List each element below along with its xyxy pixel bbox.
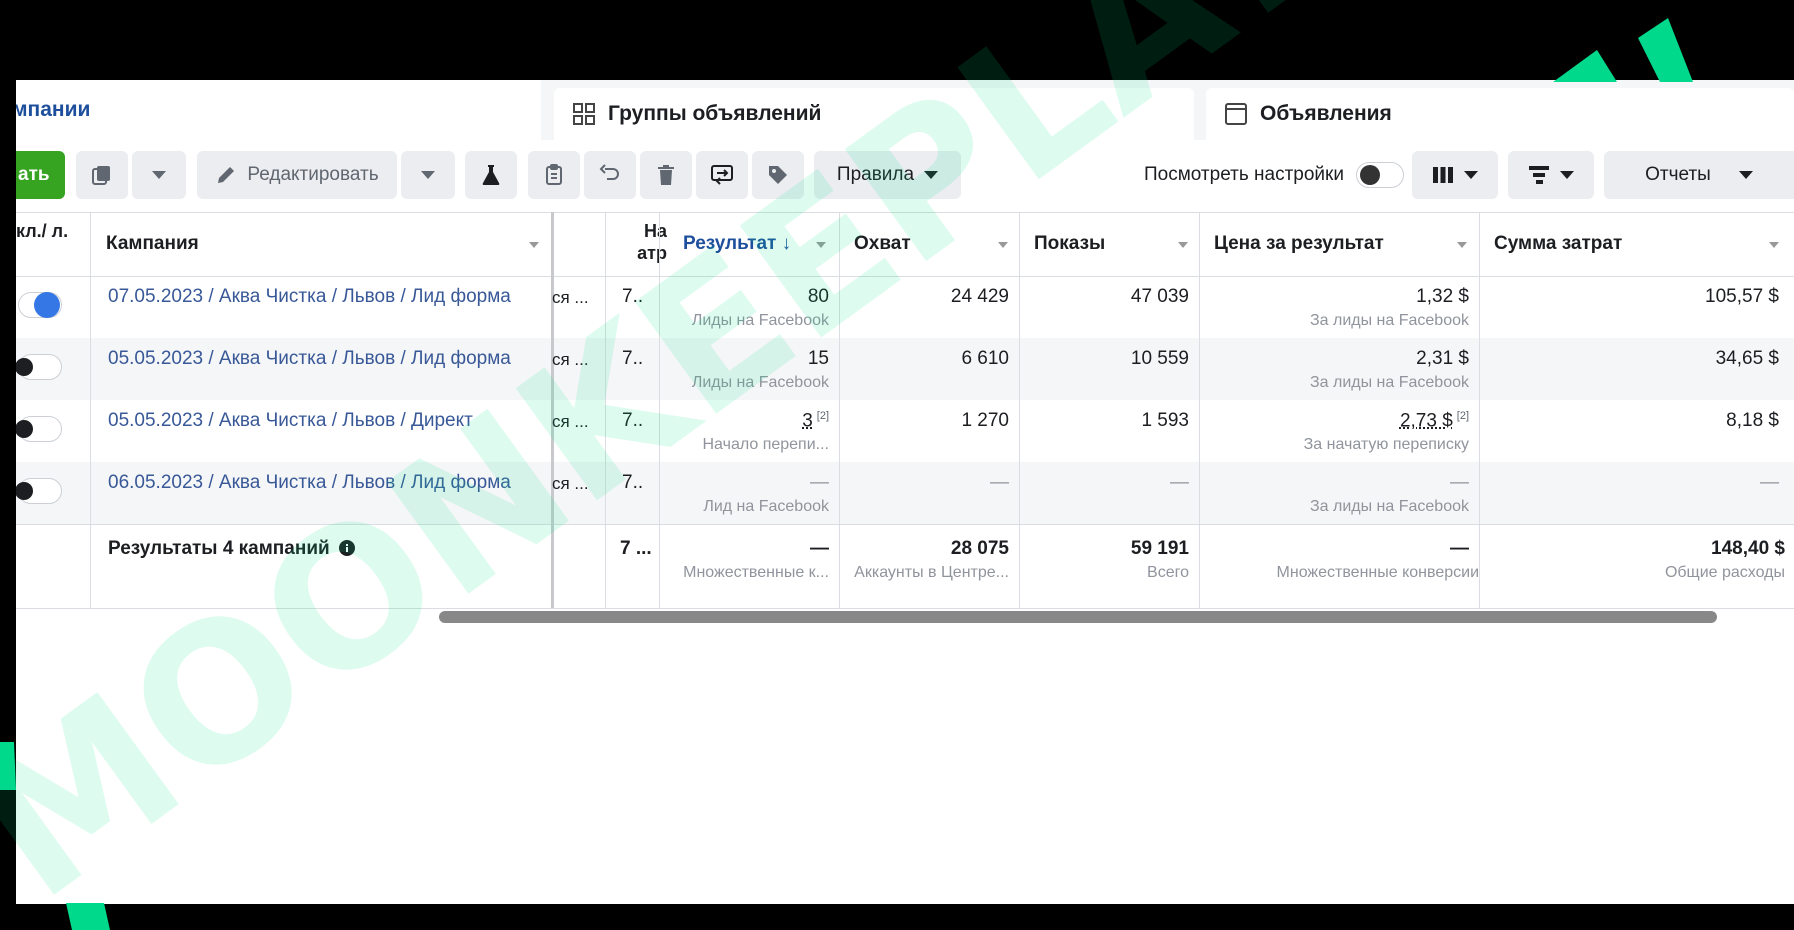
totals-reach-sub: Аккаунты в Центре... <box>854 564 1009 581</box>
result-value: 80 <box>807 286 829 307</box>
delivery-status: ся ... <box>552 288 589 307</box>
impressions-value: 47 039 <box>1130 286 1189 307</box>
footnote-marker[interactable]: [2] <box>1457 410 1469 422</box>
watermark-fragment <box>0 742 16 790</box>
cost-value: 1,32 $ <box>1416 286 1469 307</box>
totals-cost: — <box>1450 538 1469 559</box>
column-header-cost-per-result[interactable]: Цена за результат <box>1214 233 1384 255</box>
totals-spend: 148,40 $ <box>1711 538 1785 559</box>
impressions-value: 1 593 <box>1141 410 1189 431</box>
column-header-result-label: Результат ↓ <box>683 233 792 254</box>
campaign-toggle[interactable] <box>18 292 62 318</box>
result-type: Лиды на Facebook <box>691 312 829 329</box>
campaign-name-link[interactable]: 05.05.2023 / Аква Чистка / Львов / Дирек… <box>108 410 473 432</box>
campaign-name-link[interactable]: 07.05.2023 / Аква Чистка / Львов / Лид ф… <box>108 286 511 308</box>
totals-result: — <box>810 538 829 559</box>
reach-value: — <box>990 472 1009 493</box>
sort-arrow-icon[interactable] <box>1457 242 1467 248</box>
column-header-result[interactable]: Результат ↓ <box>683 233 791 255</box>
impressions-value: 10 559 <box>1130 348 1189 369</box>
column-header-spend-label: Сумма затрат <box>1494 233 1623 254</box>
campaigns-table: кл./ л. Кампания На атр Результат ↓ Охва… <box>16 80 1794 904</box>
sort-arrow-icon[interactable] <box>1769 242 1779 248</box>
campaign-toggle[interactable] <box>16 416 62 442</box>
column-header-reach[interactable]: Охват <box>854 233 911 255</box>
column-header-campaign[interactable]: Кампания <box>106 233 199 255</box>
column-header-spend[interactable]: Сумма затрат <box>1494 233 1622 255</box>
totals-attribution: 7 ... <box>620 538 652 559</box>
attribution-value: 7.. <box>622 348 644 369</box>
spend-value: — <box>1760 472 1779 493</box>
attribution-value: 7.. <box>622 410 644 431</box>
result-type: Начало перепи... <box>702 436 830 453</box>
column-header-impressions-label: Показы <box>1034 233 1106 254</box>
cost-number: 2,73 $ <box>1399 410 1453 432</box>
result-type: Лиды на Facebook <box>691 374 829 391</box>
column-header-cost-label: Цена за результат <box>1214 233 1384 254</box>
info-icon[interactable] <box>338 540 355 556</box>
spend-value: 105,57 $ <box>1705 286 1779 307</box>
campaign-name-link[interactable]: 06.05.2023 / Аква Чистка / Львов / Лид ф… <box>108 472 511 494</box>
delivery-status: ся ... <box>552 474 589 493</box>
cost-value: — <box>1450 472 1469 493</box>
result-value: 15 <box>807 348 829 369</box>
column-header-onoff[interactable]: кл./ л. <box>16 220 90 242</box>
sort-arrow-icon[interactable] <box>529 242 539 248</box>
totals-label: Результаты 4 кампаний <box>108 538 355 560</box>
totals-cost-sub: Множественные конверсии <box>1276 564 1479 581</box>
column-header-impressions[interactable]: Показы <box>1034 233 1105 255</box>
cost-type: За лиды на Facebook <box>1309 312 1469 329</box>
totals-impressions-sub: Всего <box>1147 564 1189 581</box>
cost-type: За лиды на Facebook <box>1309 498 1469 515</box>
column-header-reach-label: Охват <box>854 233 911 254</box>
spend-value: 34,65 $ <box>1715 348 1779 369</box>
sort-arrow-icon[interactable] <box>998 242 1008 248</box>
spend-value: 8,18 $ <box>1726 410 1779 431</box>
totals-impressions: 59 191 <box>1130 538 1189 559</box>
horizontal-scrollbar[interactable] <box>439 611 1717 623</box>
cost-value: 2,73 $ [2] <box>1400 410 1469 432</box>
result-value: 3 [2] <box>802 410 829 432</box>
reach-value: 6 610 <box>961 348 1009 369</box>
totals-label-text: Результаты 4 кампаний <box>108 538 330 559</box>
result-type: Лид на Facebook <box>703 498 829 515</box>
cost-type: За лиды на Facebook <box>1309 374 1469 391</box>
totals-result-sub: Множественные к... <box>683 564 829 581</box>
reach-value: 1 270 <box>961 410 1009 431</box>
totals-spend-sub: Общие расходы <box>1664 564 1785 581</box>
delivery-status: ся ... <box>552 350 589 369</box>
column-header-onoff-label: кл./ л. <box>16 221 69 241</box>
sort-arrow-icon[interactable] <box>816 242 826 248</box>
delivery-status: ся ... <box>552 412 589 431</box>
footnote-marker[interactable]: [2] <box>817 410 829 422</box>
reach-value: 24 429 <box>950 286 1009 307</box>
campaign-toggle[interactable] <box>16 478 62 504</box>
column-header-attribution-label: На атр <box>637 221 667 263</box>
totals-reach: 28 075 <box>950 538 1009 559</box>
attribution-value: 7.. <box>622 472 644 493</box>
impressions-value: — <box>1170 472 1189 493</box>
column-header-campaign-label: Кампания <box>106 233 199 254</box>
campaign-name-link[interactable]: 05.05.2023 / Аква Чистка / Львов / Лид ф… <box>108 348 511 370</box>
campaign-toggle[interactable] <box>16 354 62 380</box>
sort-arrow-icon[interactable] <box>1178 242 1188 248</box>
result-value: — <box>810 472 829 493</box>
cost-value: 2,31 $ <box>1416 348 1469 369</box>
result-number: 3 <box>802 410 813 432</box>
cost-type: За начатую переписку <box>1303 436 1469 453</box>
attribution-value: 7.. <box>622 286 644 307</box>
